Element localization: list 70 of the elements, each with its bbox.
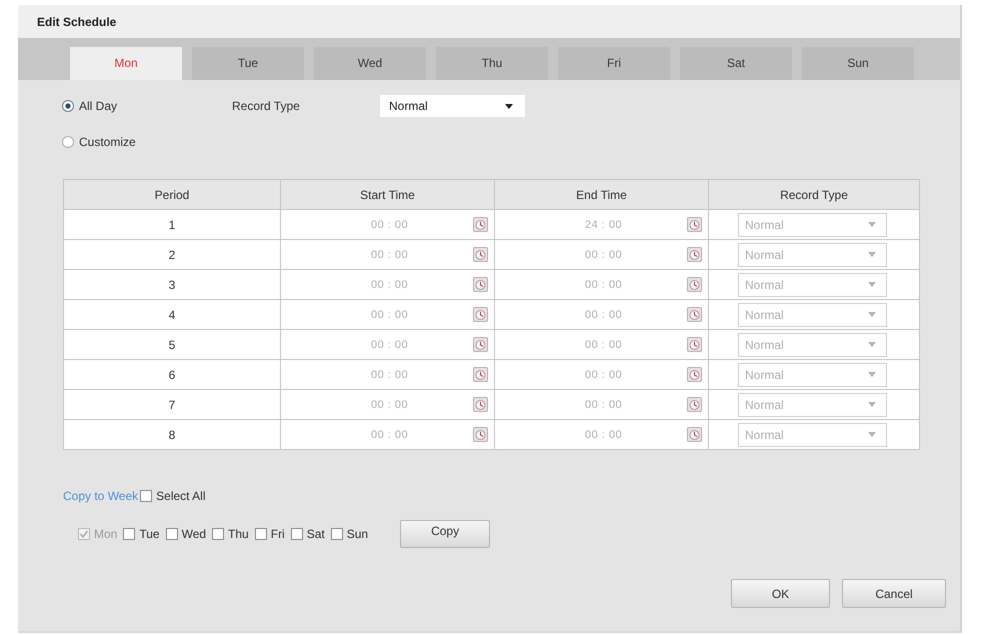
- clock-icon[interactable]: [687, 247, 702, 262]
- clock-icon[interactable]: [473, 307, 488, 322]
- table-cell: 4: [64, 300, 280, 330]
- checkbox-label: Mon: [94, 527, 118, 541]
- caret-icon: [868, 342, 876, 347]
- radio-label: All Day: [79, 99, 118, 113]
- column-header: Start Time: [280, 180, 494, 210]
- table-cell: 1: [64, 210, 280, 240]
- dialog-title: Edit Schedule: [37, 14, 116, 28]
- checkbox[interactable]: [140, 490, 152, 502]
- checkbox-label: Fri: [270, 527, 285, 541]
- copy-button[interactable]: Copy: [400, 520, 490, 548]
- caret-icon: [868, 372, 876, 377]
- caret-icon: [868, 282, 876, 287]
- column-header: End Time: [494, 180, 708, 210]
- table-cell: 6: [64, 360, 280, 390]
- radio-button[interactable]: [62, 100, 74, 112]
- checkbox[interactable]: [290, 528, 303, 540]
- clock-icon[interactable]: [473, 217, 488, 232]
- table-cell: 7: [64, 390, 280, 420]
- caret-icon: [505, 104, 513, 108]
- clock-icon[interactable]: [687, 217, 702, 232]
- clock-icon[interactable]: [687, 337, 702, 352]
- checkbox[interactable]: [330, 528, 343, 540]
- clock-icon[interactable]: [473, 277, 488, 292]
- cancel-button[interactable]: Cancel: [842, 579, 946, 608]
- clock-icon[interactable]: [687, 427, 702, 442]
- day-tab[interactable]: Wed: [314, 47, 426, 80]
- day-tab[interactable]: Tue: [192, 47, 304, 80]
- radio-label: Customize: [79, 135, 136, 149]
- checkbox[interactable]: [123, 528, 136, 540]
- checkbox-label: Wed: [182, 527, 206, 541]
- clock-icon[interactable]: [473, 427, 488, 442]
- caret-icon: [868, 432, 876, 437]
- checkbox-label: Tue: [139, 527, 160, 541]
- caret-icon: [868, 402, 876, 407]
- column-header: Period: [64, 180, 280, 210]
- clock-icon[interactable]: [473, 247, 488, 262]
- table-cell: 2: [64, 240, 280, 270]
- copy-to-week-link[interactable]: Copy to Week: [63, 489, 138, 503]
- radio-button[interactable]: [62, 136, 74, 148]
- checkbox-label: Sun: [346, 527, 368, 541]
- clock-icon[interactable]: [687, 367, 702, 382]
- caret-icon: [868, 312, 876, 317]
- clock-icon[interactable]: [687, 277, 702, 292]
- checkbox-label: Sat: [306, 527, 325, 541]
- clock-icon[interactable]: [473, 337, 488, 352]
- day-tab[interactable]: Fri: [558, 47, 670, 80]
- caret-icon: [868, 252, 876, 257]
- field-label: Record Type: [232, 99, 301, 113]
- table-cell: 5: [64, 330, 280, 360]
- checkbox-label: Thu: [228, 527, 249, 541]
- day-tab[interactable]: Thu: [436, 47, 548, 80]
- day-tab[interactable]: Mon: [70, 47, 182, 80]
- ok-button[interactable]: OK: [731, 579, 830, 608]
- day-tab[interactable]: Sat: [680, 47, 792, 80]
- clock-icon[interactable]: [687, 307, 702, 322]
- column-header: Record Type: [708, 180, 920, 210]
- clock-icon[interactable]: [473, 367, 488, 382]
- caret-icon: [868, 222, 876, 227]
- checkbox-label: Select All: [156, 489, 206, 503]
- table-cell: 3: [64, 270, 280, 300]
- checkbox[interactable]: [166, 528, 178, 540]
- clock-icon[interactable]: [687, 397, 702, 412]
- checkbox[interactable]: [212, 528, 224, 540]
- clock-icon[interactable]: [473, 397, 488, 412]
- table-cell: 8: [64, 420, 280, 450]
- day-tab[interactable]: Sun: [802, 47, 914, 80]
- checkbox[interactable]: [254, 528, 267, 540]
- record-type-select[interactable]: Normal: [380, 95, 525, 117]
